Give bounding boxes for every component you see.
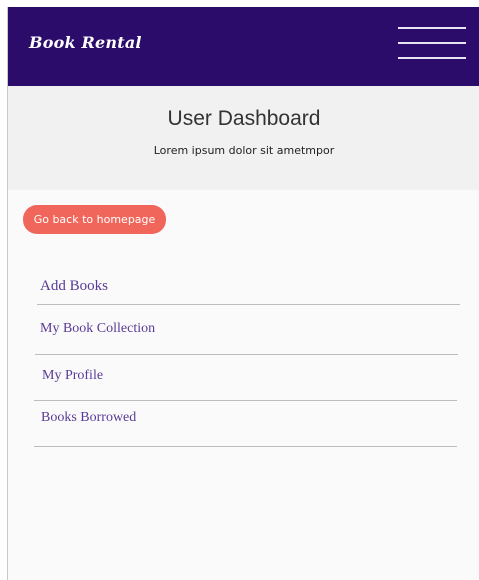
page-subtitle: Lorem ipsum dolor sit ametmpor [153, 144, 335, 157]
back-to-homepage-button[interactable]: Go back to homepage [23, 205, 166, 234]
brand-logo[interactable]: Book Rental [29, 33, 142, 52]
navbar: Book Rental [8, 7, 479, 86]
hamburger-menu-icon[interactable] [398, 27, 468, 63]
menu-divider [35, 354, 458, 355]
menu-item-add-books[interactable]: Add Books [40, 278, 108, 295]
menu-bar-top [398, 27, 466, 29]
menu-bar-bottom [398, 57, 466, 59]
menu-bar-middle [398, 42, 466, 44]
menu-divider [34, 400, 457, 401]
menu-item-books-borrowed[interactable]: Books Borrowed [41, 410, 136, 426]
menu-item-my-profile[interactable]: My Profile [42, 368, 103, 384]
menu-item-my-book-collection[interactable]: My Book Collection [40, 321, 155, 337]
app-frame: Book Rental User Dashboard Lorem ipsum d… [7, 7, 479, 580]
dashboard-header: User Dashboard Lorem ipsum dolor sit ame… [8, 86, 479, 190]
menu-divider [37, 304, 460, 305]
page-title: User Dashboard [167, 107, 321, 130]
menu-divider [34, 446, 457, 447]
